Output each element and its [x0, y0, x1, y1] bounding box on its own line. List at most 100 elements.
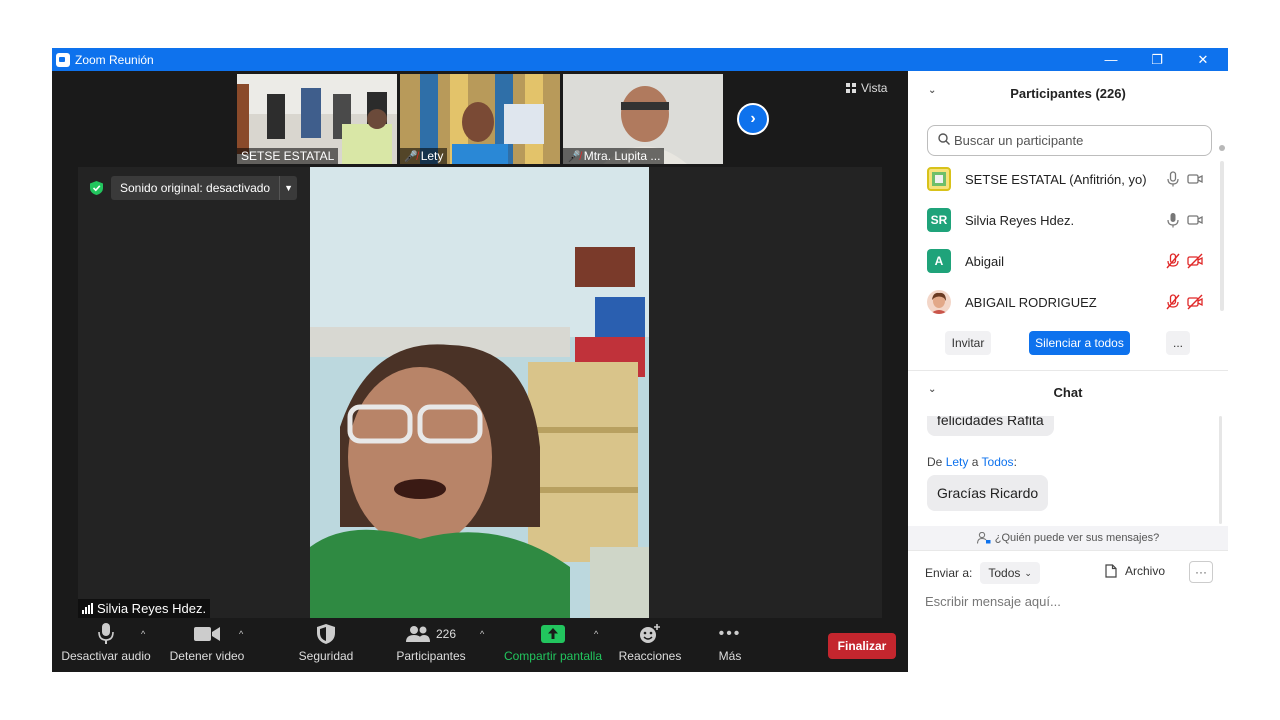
meeting-toolbar: Desactivar audio ^ Detener video ^ Segur… — [52, 619, 908, 672]
participant-thumbnail[interactable]: SETSE ESTATAL — [237, 74, 397, 164]
stop-video-button[interactable]: Detener video — [166, 619, 248, 672]
microphone-icon[interactable] — [1165, 212, 1181, 228]
participant-row[interactable]: A Abigail — [908, 241, 1228, 281]
file-button[interactable]: Archivo — [1105, 564, 1165, 578]
chat-message: felicidades Rafita — [927, 416, 1054, 436]
thumbnail-name: 🎤̸ Mtra. Lupita ... — [563, 148, 665, 164]
chat-scrollbar[interactable] — [1219, 416, 1222, 524]
chat-compose-input[interactable]: Escribir mensaje aquí... — [925, 594, 1061, 609]
shield-check-icon[interactable] — [90, 181, 103, 195]
restore-button[interactable]: ❐ — [1134, 48, 1180, 71]
zoom-window: Zoom Reunión — ❐ ✕ SETSE ESTATAL 🎤̸ Lety… — [52, 48, 1228, 672]
participants-icon — [405, 626, 430, 642]
more-label: Más — [718, 649, 742, 663]
chat-message: Gracías Ricardo — [927, 475, 1049, 511]
thumbnail-name: 🎤̸ Lety — [400, 148, 448, 164]
share-screen-label: Compartir pantalla — [503, 649, 603, 663]
more-dots-icon: ••• — [718, 625, 742, 642]
more-options-button[interactable]: ... — [1166, 331, 1190, 355]
chevron-down-icon[interactable]: ⌄ — [928, 384, 936, 395]
avatar: SR — [927, 208, 951, 232]
chat-header: ⌄ Chat — [908, 370, 1228, 414]
participant-name: SETSE ESTATAL (Anfitrión, yo) — [965, 171, 1147, 187]
participant-row[interactable]: SR Silvia Reyes Hdez. — [908, 200, 1228, 240]
reactions-label: Reacciones — [618, 649, 682, 663]
reactions-button[interactable]: Reacciones — [616, 619, 684, 672]
window-title: Zoom Reunión — [75, 52, 154, 67]
participant-row[interactable]: SETSE ESTATAL (Anfitrión, yo) — [908, 159, 1228, 199]
mute-all-button[interactable]: Silenciar a todos — [1029, 331, 1130, 355]
grid-icon — [846, 83, 856, 93]
participants-header: ⌄ Participantes (226) — [908, 71, 1228, 115]
signal-bars-icon — [82, 603, 93, 614]
speaker-video-image — [310, 167, 649, 618]
close-button[interactable]: ✕ — [1180, 48, 1226, 71]
participant-list: SETSE ESTATAL (Anfitrión, yo) SR Silvia … — [908, 145, 1228, 322]
participants-title: Participantes (226) — [1010, 85, 1126, 101]
participants-options-caret[interactable]: ^ — [480, 629, 484, 639]
participants-count: 226 — [435, 627, 457, 641]
sound-original-label: Sonido original: desactivado — [111, 176, 281, 200]
end-meeting-button[interactable]: Finalizar — [828, 633, 896, 659]
video-camera-icon[interactable] — [1187, 171, 1203, 187]
file-icon — [1105, 564, 1117, 578]
participants-scrollbar[interactable] — [1220, 161, 1224, 311]
view-button[interactable]: Vista — [846, 81, 887, 95]
video-options-caret[interactable]: ^ — [239, 629, 243, 639]
microphone-icon[interactable] — [1165, 171, 1181, 187]
more-button[interactable]: ••• Más — [712, 619, 748, 672]
thumbnail-name: SETSE ESTATAL — [237, 148, 339, 164]
file-label: Archivo — [1125, 564, 1166, 578]
next-page-button[interactable]: › — [737, 103, 769, 135]
chat-more-button[interactable]: ··· — [1189, 561, 1213, 583]
speaker-feed — [310, 167, 649, 618]
share-options-caret[interactable]: ^ — [594, 629, 598, 639]
sound-original-button[interactable]: Sonido original: desactivado ▼ — [111, 176, 298, 200]
participant-name: Abigail — [965, 253, 1005, 269]
participants-label: Participantes — [396, 649, 466, 663]
video-off-icon[interactable] — [1187, 294, 1203, 310]
active-speaker-video: Sonido original: desactivado ▼ Silvia Re… — [78, 167, 882, 618]
minimize-button[interactable]: — — [1088, 48, 1134, 71]
view-label: Vista — [861, 81, 888, 95]
send-to-row: Enviar a: Todos ⌄ Archivo ··· — [925, 561, 1215, 585]
zoom-app-icon — [56, 52, 70, 67]
send-to-label: Enviar a: — [925, 566, 973, 580]
scrollbar-handle[interactable] — [1219, 145, 1225, 151]
send-to-dropdown[interactable]: Todos ⌄ — [980, 562, 1040, 584]
mute-audio-button[interactable]: Desactivar audio — [61, 619, 151, 672]
send-to-value: Todos — [988, 566, 1021, 580]
video-off-icon[interactable] — [1187, 253, 1203, 269]
video-camera-icon[interactable] — [1187, 212, 1203, 228]
audio-options-caret[interactable]: ^ — [141, 629, 145, 639]
sender-link[interactable]: Lety — [946, 455, 969, 469]
mic-muted-icon: 🎤̸ — [567, 150, 581, 163]
chat-messages: felicidades Rafita De Lety a Todos: Grac… — [908, 416, 1228, 526]
microphone-muted-icon[interactable] — [1165, 253, 1181, 269]
stop-video-label: Detener video — [169, 649, 245, 663]
participant-thumbnail[interactable]: 🎤̸ Mtra. Lupita ... — [563, 74, 723, 164]
participant-search-input[interactable]: Buscar un participante — [927, 125, 1212, 156]
participant-thumbnail[interactable]: 🎤̸ Lety — [400, 74, 560, 164]
chevron-down-icon: ⌄ — [1024, 567, 1032, 578]
share-screen-button[interactable]: Compartir pantalla — [500, 619, 606, 672]
participants-button[interactable]: 226 Participantes — [392, 619, 470, 672]
share-screen-icon — [541, 625, 565, 643]
participant-actions: Invitar Silenciar a todos ... — [908, 331, 1228, 357]
chevron-down-icon[interactable]: ⌄ — [928, 85, 936, 96]
recipient-link[interactable]: Todos — [982, 455, 1014, 469]
participant-row[interactable]: ABIGAIL RODRIGUEZ — [908, 282, 1228, 322]
invite-button[interactable]: Invitar — [945, 331, 991, 355]
side-panel: ⌄ Participantes (226) Buscar un particip… — [908, 71, 1228, 672]
security-button[interactable]: Seguridad — [292, 619, 360, 672]
speaker-name: Silvia Reyes Hdez. — [97, 601, 207, 616]
avatar: A — [927, 249, 951, 273]
avatar — [927, 167, 951, 191]
participant-name: Silvia Reyes Hdez. — [965, 212, 1075, 228]
who-can-see-label: ¿Quién puede ver sus mensajes? — [994, 532, 1160, 544]
who-can-see-messages[interactable]: ¿Quién puede ver sus mensajes? — [908, 526, 1228, 550]
chevron-down-icon[interactable]: ▼ — [280, 183, 297, 193]
microphone-muted-icon[interactable] — [1165, 294, 1181, 310]
mic-muted-icon: 🎤̸ — [404, 150, 418, 163]
speaker-name-label: Silvia Reyes Hdez. — [78, 599, 211, 618]
